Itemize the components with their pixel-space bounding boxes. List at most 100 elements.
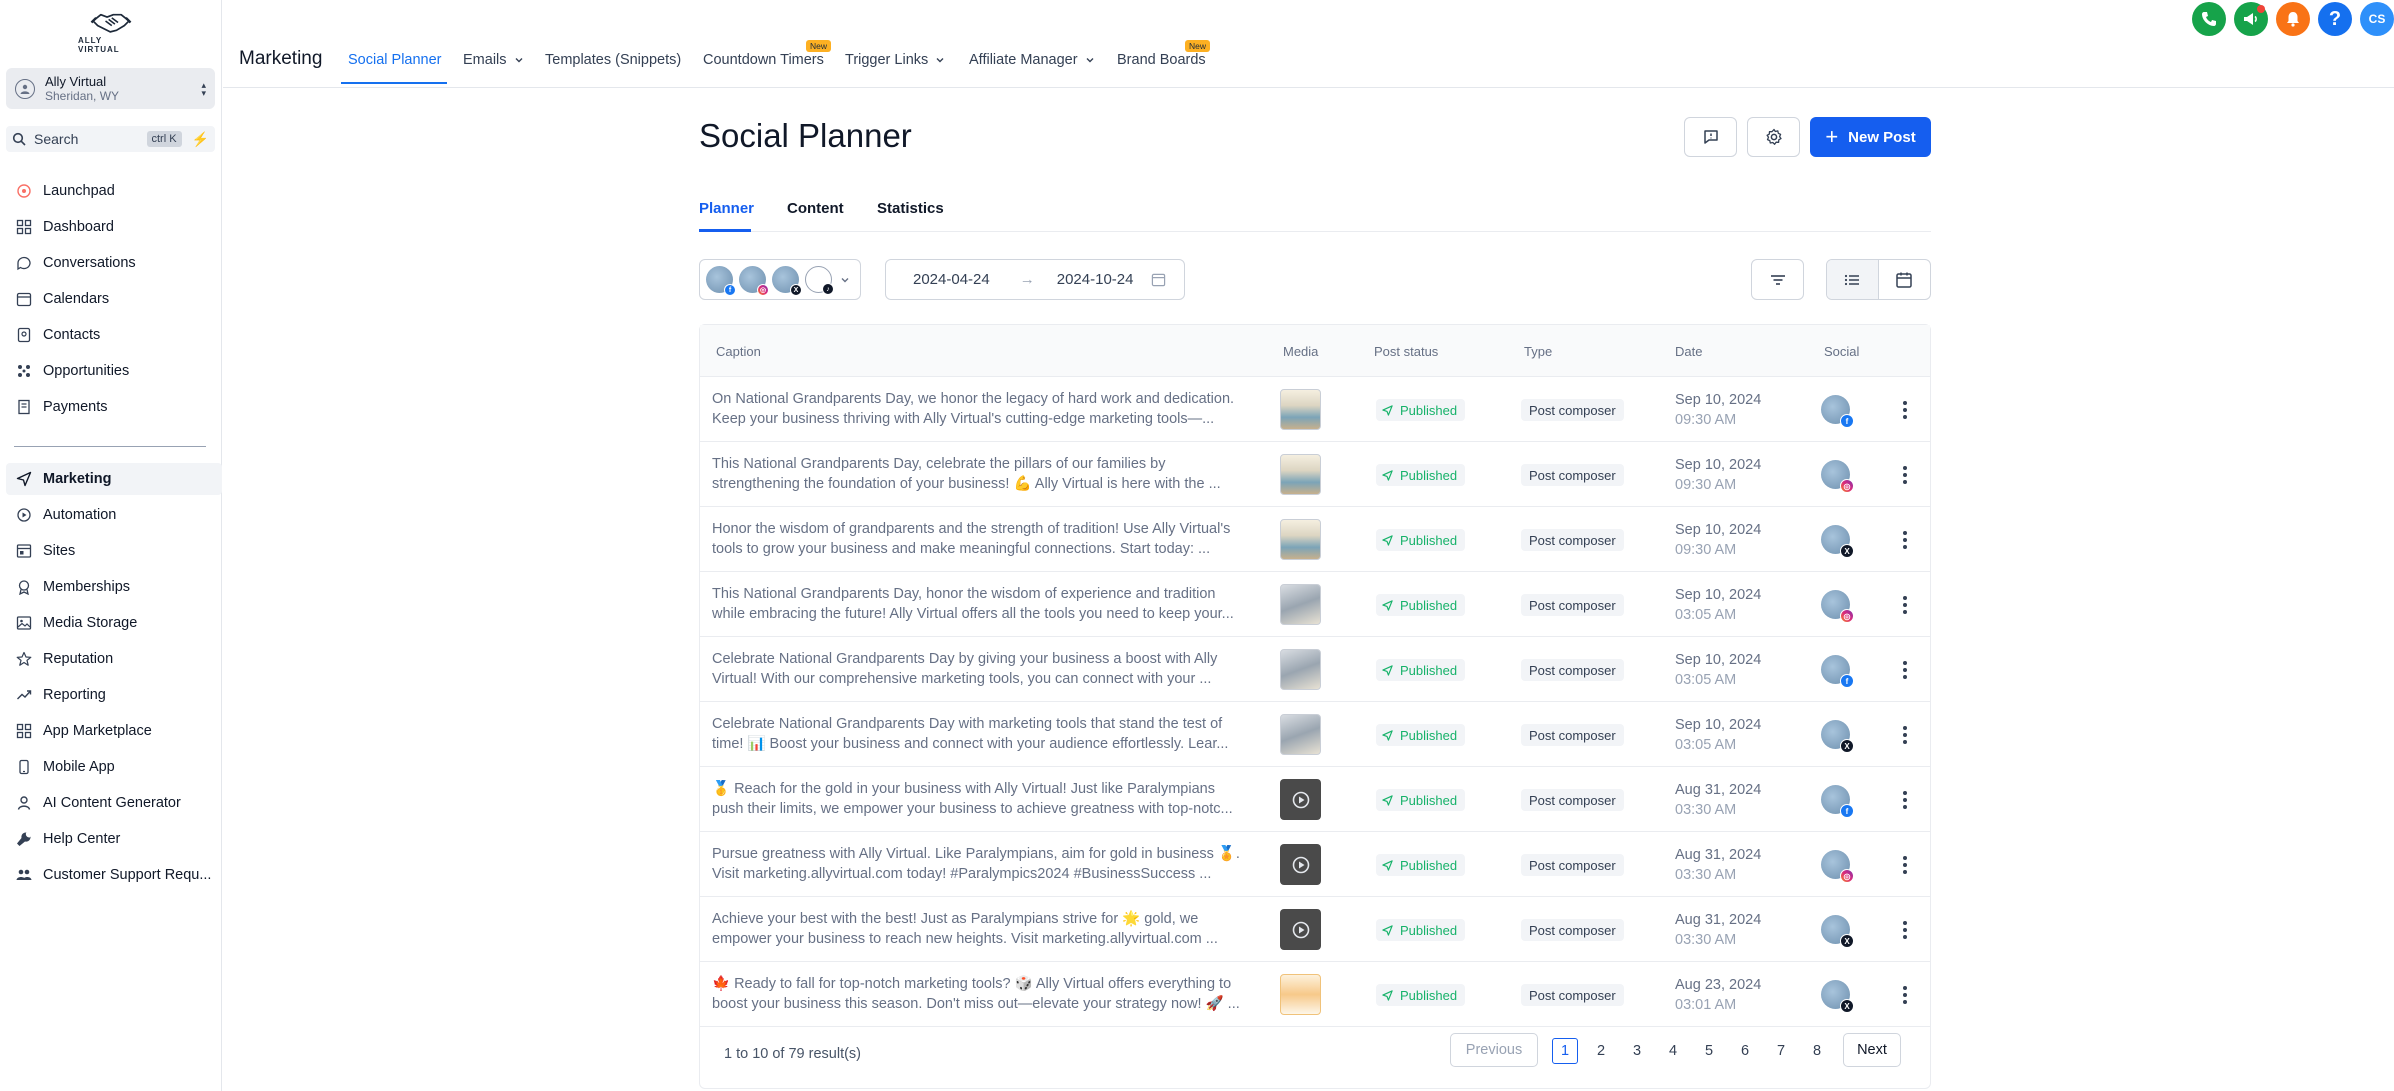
post-caption[interactable]: 🍁 Ready to fall for top-notch marketing … bbox=[712, 974, 1267, 1014]
more-options-icon[interactable] bbox=[1898, 594, 1912, 616]
table-row[interactable]: This National Grandparents Day, honor th… bbox=[700, 572, 1930, 637]
sidebar-item-contacts[interactable]: Contacts bbox=[6, 319, 222, 351]
sidebar-item-memberships[interactable]: Memberships bbox=[6, 571, 222, 603]
media-thumbnail[interactable] bbox=[1280, 714, 1321, 755]
media-thumbnail[interactable] bbox=[1280, 519, 1321, 560]
more-options-icon[interactable] bbox=[1898, 529, 1912, 551]
more-options-icon[interactable] bbox=[1898, 789, 1912, 811]
table-row[interactable]: This National Grandparents Day, celebrat… bbox=[700, 442, 1930, 507]
social-account-avatar[interactable]: X bbox=[1821, 720, 1854, 753]
page-number-button[interactable]: 2 bbox=[1588, 1038, 1614, 1064]
sidebar-search[interactable]: Search ctrl K ⚡ bbox=[6, 126, 215, 152]
post-caption[interactable]: Pursue greatness with Ally Virtual. Like… bbox=[712, 844, 1267, 884]
sidebar-item-payments[interactable]: Payments bbox=[6, 391, 222, 423]
sidebar-item-marketing[interactable]: Marketing bbox=[6, 463, 222, 495]
post-caption[interactable]: 🥇 Reach for the gold in your business wi… bbox=[712, 779, 1267, 819]
media-thumbnail[interactable] bbox=[1280, 584, 1321, 625]
notifications-button[interactable] bbox=[2276, 2, 2310, 36]
sidebar-item-app-marketplace[interactable]: App Marketplace bbox=[6, 715, 222, 747]
sidebar-item-automation[interactable]: Automation bbox=[6, 499, 222, 531]
sidebar-item-ai-content-generator[interactable]: AI Content Generator bbox=[6, 787, 222, 819]
feedback-button[interactable] bbox=[1684, 117, 1737, 157]
subtab-statistics[interactable]: Statistics bbox=[877, 200, 944, 217]
page-number-button[interactable]: 7 bbox=[1768, 1038, 1794, 1064]
tab-trigger-links[interactable]: Trigger Links bbox=[845, 52, 945, 68]
media-thumbnail[interactable] bbox=[1280, 974, 1321, 1015]
social-account-avatar[interactable]: f bbox=[1821, 785, 1854, 818]
tab-affiliate-manager[interactable]: Affiliate Manager bbox=[969, 52, 1095, 68]
date-range-picker[interactable]: 2024-04-24 → 2024-10-24 bbox=[885, 259, 1185, 300]
tab-templates-snippets[interactable]: Templates (Snippets) bbox=[545, 52, 681, 68]
brand-logo[interactable]: ALLY VIRTUAL bbox=[78, 10, 144, 54]
phone-button[interactable] bbox=[2192, 2, 2226, 36]
sidebar-item-opportunities[interactable]: Opportunities bbox=[6, 355, 222, 387]
filter-button[interactable] bbox=[1751, 259, 1804, 300]
table-row[interactable]: Honor the wisdom of grandparents and the… bbox=[700, 507, 1930, 572]
previous-page-button[interactable]: Previous bbox=[1450, 1033, 1538, 1067]
social-account-avatar[interactable]: ◎ bbox=[1821, 460, 1854, 493]
table-row[interactable]: Pursue greatness with Ally Virtual. Like… bbox=[700, 832, 1930, 897]
social-account-avatar[interactable]: ◎ bbox=[1821, 850, 1854, 883]
subtab-content[interactable]: Content bbox=[787, 200, 844, 217]
post-caption[interactable]: On National Grandparents Day, we honor t… bbox=[712, 389, 1267, 429]
page-number-button[interactable]: 8 bbox=[1804, 1038, 1830, 1064]
calendar-view-button[interactable] bbox=[1879, 260, 1931, 299]
media-thumbnail[interactable] bbox=[1280, 649, 1321, 690]
sidebar-item-media-storage[interactable]: Media Storage bbox=[6, 607, 222, 639]
table-row[interactable]: Achieve your best with the best! Just as… bbox=[700, 897, 1930, 962]
sidebar-item-conversations[interactable]: Conversations bbox=[6, 247, 222, 279]
social-account-avatar[interactable]: f bbox=[1821, 395, 1854, 428]
table-row[interactable]: Celebrate National Grandparents Day by g… bbox=[700, 637, 1930, 702]
page-number-button[interactable]: 3 bbox=[1624, 1038, 1650, 1064]
more-options-icon[interactable] bbox=[1898, 984, 1912, 1006]
social-account-avatar[interactable]: X bbox=[1821, 915, 1854, 948]
media-thumbnail[interactable] bbox=[1280, 389, 1321, 430]
more-options-icon[interactable] bbox=[1898, 854, 1912, 876]
announcements-button[interactable] bbox=[2234, 2, 2268, 36]
table-row[interactable]: 🥇 Reach for the gold in your business wi… bbox=[700, 767, 1930, 832]
tab-brand-boards[interactable]: Brand Boards bbox=[1117, 52, 1206, 68]
post-caption[interactable]: This National Grandparents Day, celebrat… bbox=[712, 454, 1267, 494]
table-row[interactable]: 🍁 Ready to fall for top-notch marketing … bbox=[700, 962, 1930, 1027]
page-number-button[interactable]: 1 bbox=[1552, 1038, 1578, 1064]
sidebar-item-dashboard[interactable]: Dashboard bbox=[6, 211, 222, 243]
sidebar-item-customer-support[interactable]: Customer Support Requ... bbox=[6, 859, 222, 891]
bolt-icon[interactable]: ⚡ bbox=[192, 131, 209, 148]
page-number-button[interactable]: 5 bbox=[1696, 1038, 1722, 1064]
social-account-avatar[interactable]: X bbox=[1821, 980, 1854, 1013]
sidebar-item-reputation[interactable]: Reputation bbox=[6, 643, 222, 675]
new-post-button[interactable]: + New Post bbox=[1810, 117, 1931, 157]
post-caption[interactable]: Celebrate National Grandparents Day with… bbox=[712, 714, 1267, 754]
sidebar-item-launchpad[interactable]: Launchpad bbox=[6, 175, 222, 207]
social-account-avatar[interactable]: ◎ bbox=[1821, 590, 1854, 623]
media-thumbnail[interactable] bbox=[1280, 844, 1321, 885]
tab-countdown-timers[interactable]: Countdown Timers bbox=[703, 52, 824, 68]
media-thumbnail[interactable] bbox=[1280, 909, 1321, 950]
table-row[interactable]: On National Grandparents Day, we honor t… bbox=[700, 377, 1930, 442]
page-number-button[interactable]: 4 bbox=[1660, 1038, 1686, 1064]
subtab-planner[interactable]: Planner bbox=[699, 200, 754, 217]
sidebar-item-help-center[interactable]: Help Center bbox=[6, 823, 222, 855]
post-caption[interactable]: Celebrate National Grandparents Day by g… bbox=[712, 649, 1267, 689]
more-options-icon[interactable] bbox=[1898, 919, 1912, 941]
post-caption[interactable]: Achieve your best with the best! Just as… bbox=[712, 909, 1267, 949]
media-thumbnail[interactable] bbox=[1280, 779, 1321, 820]
sidebar-item-reporting[interactable]: Reporting bbox=[6, 679, 222, 711]
next-page-button[interactable]: Next bbox=[1843, 1033, 1901, 1067]
more-options-icon[interactable] bbox=[1898, 399, 1912, 421]
settings-button[interactable] bbox=[1747, 117, 1800, 157]
post-caption[interactable]: This National Grandparents Day, honor th… bbox=[712, 584, 1267, 624]
more-options-icon[interactable] bbox=[1898, 659, 1912, 681]
account-switcher[interactable]: Ally Virtual Sheridan, WY ▴ ▾ bbox=[6, 68, 215, 109]
more-options-icon[interactable] bbox=[1898, 464, 1912, 486]
tab-social-planner[interactable]: Social Planner bbox=[348, 52, 442, 68]
more-options-icon[interactable] bbox=[1898, 724, 1912, 746]
page-number-button[interactable]: 6 bbox=[1732, 1038, 1758, 1064]
social-account-avatar[interactable]: f bbox=[1821, 655, 1854, 688]
sidebar-item-sites[interactable]: Sites bbox=[6, 535, 222, 567]
list-view-button[interactable] bbox=[1827, 260, 1879, 299]
social-account-avatar[interactable]: X bbox=[1821, 525, 1854, 558]
user-avatar[interactable]: CS bbox=[2360, 2, 2394, 36]
help-button[interactable]: ? bbox=[2318, 2, 2352, 36]
tab-emails[interactable]: Emails bbox=[463, 52, 524, 68]
